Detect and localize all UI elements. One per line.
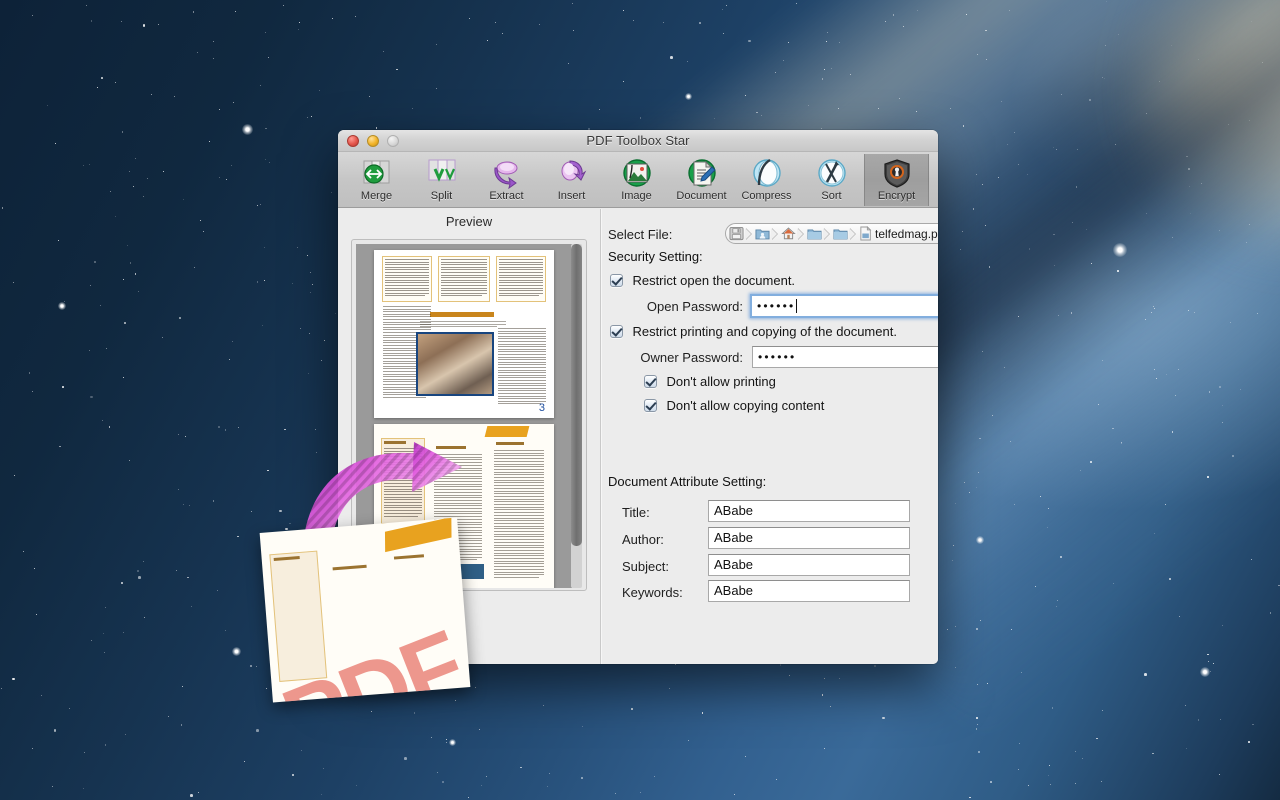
preview-header: Preview [338,209,600,235]
author-label: Author: [622,532,664,547]
page-count-label: Count: 40 [364,597,420,612]
toolbar-item-label: Image [621,190,652,202]
zoom-button[interactable] [387,135,399,147]
path-segment-folder-1[interactable] [807,224,822,243]
toolbar-item-label: Extract [489,190,523,202]
preview-page-number: 3 [539,402,545,414]
no-copying-checkbox[interactable] [644,399,657,412]
keywords-input[interactable]: ABabe [708,580,910,602]
path-segment-home[interactable] [781,224,796,243]
keywords-value: ABabe [714,583,753,598]
toolbar-item-encrypt[interactable]: Encrypt [864,154,929,206]
attributes-section-title: Document Attribute Setting: [608,474,766,489]
subject-input[interactable]: ABabe [708,554,910,576]
title-label: Title: [622,505,650,520]
extract-icon [491,157,523,189]
keywords-label: Keywords: [622,585,683,600]
pane-divider [600,209,601,664]
file-path-control[interactable]: telfedmag.pdf [725,223,938,244]
toolbar-item-sort[interactable]: Sort [799,154,864,206]
preview-page-4[interactable] [374,424,554,588]
encrypt-shield-icon [881,157,913,189]
restrict-print-copy-checkbox[interactable] [610,325,623,338]
settings-pane: Select File: [608,209,938,664]
image-icon [621,157,653,189]
path-segment-user-folder[interactable] [755,224,770,243]
no-copying-label: Don't allow copying content [666,398,824,413]
author-input[interactable]: ABabe [708,527,910,549]
restrict-open-checkbox[interactable] [610,274,623,287]
owner-password-input[interactable]: •••••• [752,346,938,368]
pdf-file-icon [859,226,872,241]
toolbar: Merge Split Extract Insert Image [338,152,938,208]
close-button[interactable] [347,135,359,147]
no-printing-label: Don't allow printing [666,374,775,389]
path-filename: telfedmag.pdf [875,227,938,241]
path-chevron-5 [849,227,858,241]
toolbar-item-label: Sort [821,190,841,202]
compress-icon [751,157,783,189]
document-icon [686,157,718,189]
open-password-label: Open Password: [626,299,743,314]
sort-icon [816,157,848,189]
toolbar-item-label: Compress [741,190,791,202]
toolbar-item-document[interactable]: Document [669,154,734,206]
folder-icon [807,226,822,241]
split-icon [426,157,458,189]
toolbar-item-label: Merge [361,190,392,202]
no-copying-checkbox-row[interactable]: Don't allow copying content [644,397,824,415]
disk-icon [729,226,744,241]
toolbar-item-insert[interactable]: Insert [539,154,604,206]
merge-icon [361,157,393,189]
no-printing-checkbox[interactable] [644,375,657,388]
toolbar-item-image[interactable]: Image [604,154,669,206]
path-segment-file[interactable]: telfedmag.pdf [859,224,938,243]
owner-password-label: Owner Password: [622,350,743,365]
subject-label: Subject: [622,559,669,574]
preview-scrollbar-thumb[interactable] [571,244,582,546]
window-body: Preview 3 Count: 40 Select File: [338,209,938,664]
restrict-print-copy-checkbox-row[interactable]: Restrict printing and copying of the doc… [610,323,897,341]
author-value: ABabe [714,530,753,545]
open-password-input[interactable]: •••••• [750,294,938,318]
restrict-print-copy-label: Restrict printing and copying of the doc… [632,324,896,339]
open-password-value: •••••• [757,299,795,313]
title-input[interactable]: ABabe [708,500,910,522]
toolbar-item-extract[interactable]: Extract [474,154,539,206]
app-window: PDF Toolbox Star Merge Split Extract Ins… [338,130,938,664]
home-icon [781,226,796,241]
window-titlebar: PDF Toolbox Star [338,130,938,152]
restrict-open-label: Restrict open the document. [632,273,795,288]
text-caret [796,299,797,313]
toolbar-item-label: Split [431,190,452,202]
insert-icon [556,157,588,189]
preview-scroll-area[interactable]: 3 [356,244,572,588]
title-value: ABabe [714,503,753,518]
path-chevron-1 [745,227,754,241]
path-segment-folder-2[interactable] [833,224,848,243]
preview-page-3[interactable]: 3 [374,250,554,418]
path-chevron-4 [823,227,832,241]
path-segment-disk[interactable] [729,224,744,243]
toolbar-item-label: Insert [558,190,586,202]
select-file-label: Select File: [608,227,672,242]
toolbar-item-merge[interactable]: Merge [344,154,409,206]
owner-password-value: •••••• [758,350,796,364]
toolbar-item-split[interactable]: Split [409,154,474,206]
security-section-title: Security Setting: [608,249,703,264]
window-title: PDF Toolbox Star [338,130,938,152]
restrict-open-checkbox-row[interactable]: Restrict open the document. [610,272,795,290]
path-chevron-2 [771,227,780,241]
toolbar-item-compress[interactable]: Compress [734,154,799,206]
path-chevron-3 [797,227,806,241]
preview-panel[interactable]: 3 [351,239,587,591]
toolbar-item-label: Document [676,190,726,202]
toolbar-item-label: Encrypt [878,190,915,202]
user-folder-icon [755,226,770,241]
no-printing-checkbox-row[interactable]: Don't allow printing [644,373,776,391]
minimize-button[interactable] [367,135,379,147]
subject-value: ABabe [714,557,753,572]
folder-icon-2 [833,226,848,241]
